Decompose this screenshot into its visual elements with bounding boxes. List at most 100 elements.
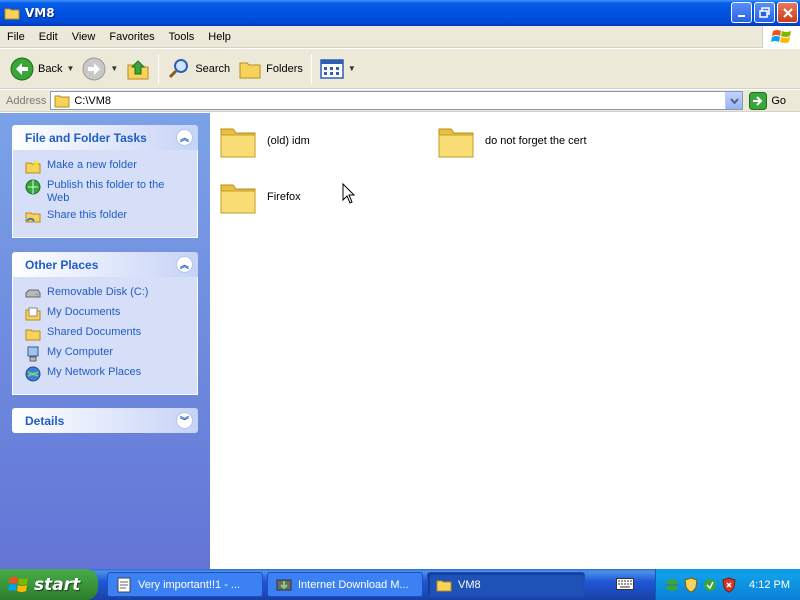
chevron-up-icon[interactable]: ︽ <box>176 256 193 273</box>
folder-icon <box>436 580 452 591</box>
clock[interactable]: 4:12 PM <box>749 579 790 591</box>
place-my-computer[interactable]: My Computer <box>25 346 189 362</box>
drive-icon <box>25 289 41 298</box>
forward-button[interactable]: ▼ <box>78 52 122 86</box>
place-shared-documents[interactable]: Shared Documents <box>25 326 189 342</box>
folder-icon <box>4 8 20 20</box>
forward-dropdown-icon[interactable]: ▼ <box>110 64 118 73</box>
file-folder-tasks-header[interactable]: File and Folder Tasks ︽ <box>12 125 198 150</box>
security-alert-icon[interactable] <box>721 576 737 593</box>
minimize-icon <box>737 14 745 17</box>
menu-edit[interactable]: Edit <box>32 31 65 43</box>
share-folder-icon <box>25 212 41 223</box>
back-button[interactable]: Back ▼ <box>6 52 78 86</box>
window-title: VM8 <box>25 6 55 20</box>
place-my-network-places[interactable]: My Network Places <box>25 366 189 382</box>
windows-logo-icon <box>8 576 28 592</box>
panel-title: Other Places <box>25 257 99 272</box>
place-removable-disk[interactable]: Removable Disk (C:) <box>25 286 189 302</box>
address-bar: Address C:\VM8 Go <box>0 90 800 112</box>
close-button[interactable] <box>777 2 798 23</box>
shared-documents-icon <box>25 329 41 341</box>
menu-file[interactable]: File <box>0 31 32 43</box>
go-button[interactable]: Go <box>749 91 786 110</box>
windows-logo-icon <box>762 26 800 48</box>
up-folder-icon <box>127 59 149 79</box>
folder-icon <box>220 184 256 214</box>
network-tray-icon[interactable] <box>664 577 680 593</box>
folder-name: (old) idm <box>267 135 310 147</box>
menu-favorites[interactable]: Favorites <box>102 31 161 43</box>
views-dropdown-icon[interactable]: ▼ <box>348 64 356 73</box>
start-button[interactable]: start <box>0 569 98 600</box>
details-header[interactable]: Details ︾ <box>12 408 198 433</box>
maximize-button[interactable] <box>754 2 775 23</box>
other-places-header[interactable]: Other Places ︽ <box>12 252 198 277</box>
details-panel: Details ︾ <box>12 408 198 433</box>
globe-icon <box>25 179 41 195</box>
taskbar-item-notepad[interactable]: Very important!!1 - ... <box>107 572 263 597</box>
menu-view[interactable]: View <box>65 31 103 43</box>
menu-tools[interactable]: Tools <box>162 31 202 43</box>
notepad-icon <box>117 577 131 592</box>
title-bar[interactable]: VM8 <box>0 0 800 26</box>
update-icon[interactable] <box>702 577 718 593</box>
folders-icon <box>239 62 261 78</box>
security-shield-icon[interactable] <box>683 576 699 593</box>
go-arrow-icon <box>749 91 768 110</box>
task-make-new-folder[interactable]: Make a new folder <box>25 159 189 175</box>
toolbar: Back ▼ ▼ Search Folders ▼ <box>0 49 800 89</box>
folder-name: Firefox <box>267 191 301 203</box>
address-label: Address <box>6 94 47 107</box>
task-pane: File and Folder Tasks ︽ Make a new folde… <box>0 113 210 569</box>
taskbar: start Very important!!1 - ... Internet D… <box>0 569 800 600</box>
panel-title: Details <box>25 413 65 428</box>
folder-item-do-not-forget-the-cert[interactable]: do not forget the cert <box>437 121 587 161</box>
forward-arrow-icon <box>82 57 106 80</box>
folder-item-firefox[interactable]: Firefox <box>219 177 301 217</box>
chevron-down-icon[interactable]: ︾ <box>176 412 193 429</box>
views-icon <box>320 58 344 79</box>
folder-name: do not forget the cert <box>485 135 587 147</box>
chevron-up-icon[interactable]: ︽ <box>176 129 193 146</box>
search-button[interactable]: Search <box>163 52 234 86</box>
new-folder-icon <box>25 160 41 174</box>
folder-icon <box>220 128 256 158</box>
restore-icon <box>758 6 770 18</box>
panel-title: File and Folder Tasks <box>25 130 147 145</box>
menu-bar: File Edit View Favorites Tools Help <box>0 26 800 48</box>
file-view: (old) idm do not forget the cert Firefox <box>210 113 800 569</box>
address-value: C:\VM8 <box>74 94 112 107</box>
system-tray: 4:12 PM <box>655 569 800 600</box>
folder-icon <box>54 95 70 107</box>
other-places-panel: Other Places ︽ Removable Disk (C:) My Do… <box>12 252 198 395</box>
toolbar-separator <box>158 53 160 84</box>
toolbar-separator <box>310 53 312 84</box>
address-dropdown-button[interactable] <box>725 92 743 109</box>
taskbar-item-idm[interactable]: Internet Download M... <box>267 572 423 597</box>
keyboard-icon[interactable] <box>616 578 634 590</box>
close-icon <box>782 7 793 18</box>
mouse-cursor-icon <box>342 183 356 204</box>
file-folder-tasks-panel: File and Folder Tasks ︽ Make a new folde… <box>12 125 198 238</box>
back-arrow-icon <box>10 57 34 80</box>
place-my-documents[interactable]: My Documents <box>25 306 189 322</box>
chevron-down-icon <box>730 97 739 104</box>
folder-icon <box>438 128 474 158</box>
task-share-folder[interactable]: Share this folder <box>25 209 189 225</box>
menu-help[interactable]: Help <box>201 31 238 43</box>
address-field[interactable]: C:\VM8 <box>50 91 744 110</box>
search-icon <box>169 58 189 78</box>
folder-item-old-idm[interactable]: (old) idm <box>219 121 310 161</box>
network-icon <box>25 366 41 382</box>
download-manager-icon <box>276 579 292 590</box>
my-documents-icon <box>25 307 41 321</box>
folders-button[interactable]: Folders <box>234 52 307 86</box>
taskbar-item-vm8[interactable]: VM8 <box>427 572 585 597</box>
computer-icon <box>27 346 39 362</box>
views-button[interactable]: ▼ <box>316 52 360 86</box>
minimize-button[interactable] <box>731 2 752 23</box>
back-dropdown-icon[interactable]: ▼ <box>66 64 74 73</box>
task-publish-to-web[interactable]: Publish this folder to the Web <box>25 179 189 205</box>
up-folder-button[interactable] <box>122 52 154 86</box>
